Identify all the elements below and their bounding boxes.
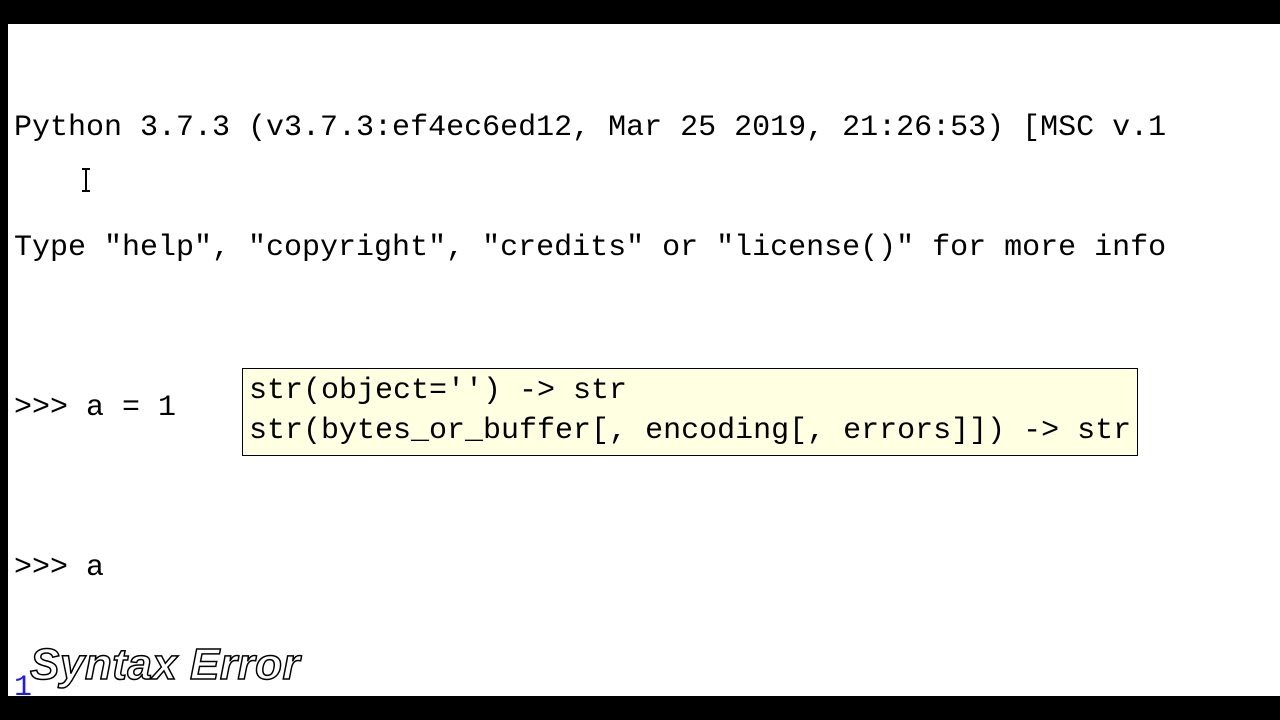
- input-code: a: [86, 551, 104, 585]
- python-idle-shell[interactable]: Python 3.7.3 (v3.7.3:ef4ec6ed12, Mar 25 …: [8, 24, 1280, 696]
- repl-line: >>> a: [14, 548, 1274, 588]
- mouse-ibeam-cursor: [85, 169, 87, 191]
- watermark-text: Syntax Error: [30, 640, 300, 690]
- calltip-line: str(object='') -> str: [249, 371, 1131, 411]
- prompt: >>>: [14, 551, 86, 585]
- banner-line-1: Python 3.7.3 (v3.7.3:ef4ec6ed12, Mar 25 …: [14, 108, 1274, 148]
- calltip-popup: str(object='') -> str str(bytes_or_buffe…: [242, 368, 1138, 456]
- prompt: >>>: [14, 391, 86, 425]
- banner-line-2: Type "help", "copyright", "credits" or "…: [14, 228, 1274, 268]
- calltip-line: str(bytes_or_buffer[, encoding[, errors]…: [249, 411, 1131, 451]
- input-code: a = 1: [86, 391, 176, 425]
